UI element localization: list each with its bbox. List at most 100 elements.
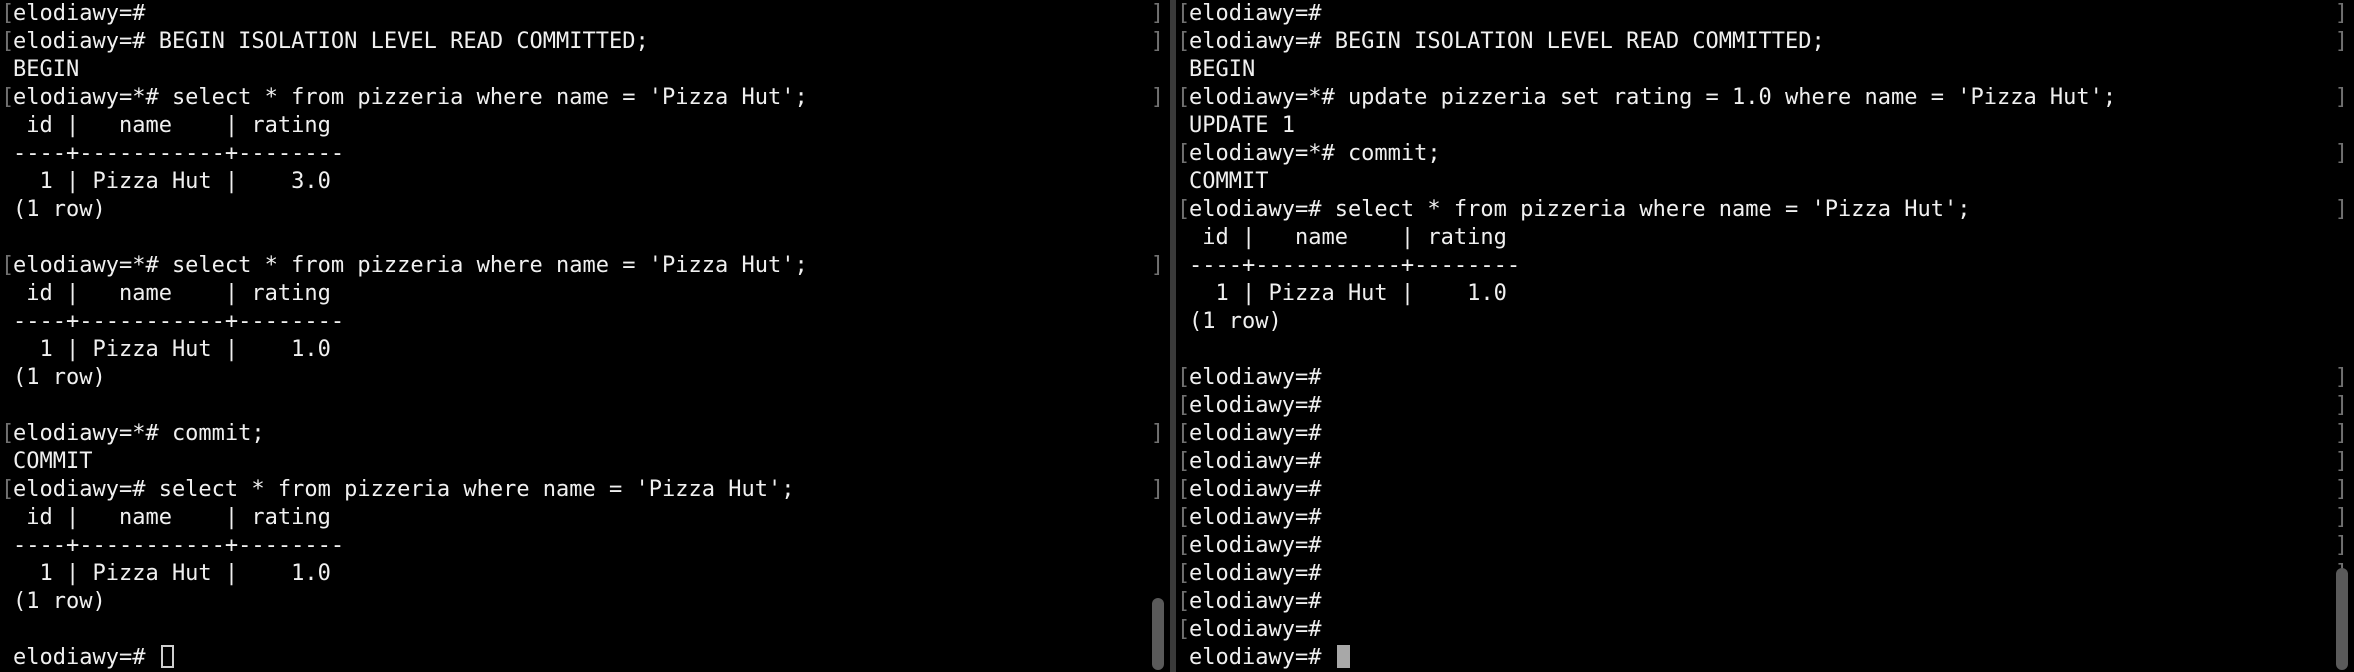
terminal-line-text: elodiawy=#	[1189, 561, 1322, 586]
terminal-line: id | name | rating	[1189, 224, 2330, 252]
terminal-line: elodiawy=# select * from pizzeria where …	[1177, 196, 2348, 224]
line-mark-open: [	[1, 253, 15, 278]
terminal-line: id | name | rating	[13, 504, 1146, 532]
line-mark-open: [	[1, 421, 15, 446]
line-mark-open: [	[1177, 29, 1191, 54]
prompt-text: elodiawy=#	[1189, 645, 1335, 670]
terminal-line-text: BEGIN	[1189, 57, 1256, 82]
terminal-line: elodiawy=#[]	[1177, 392, 2348, 420]
line-mark-close: ]	[2334, 85, 2348, 110]
scrollbar-thumb[interactable]	[1152, 598, 1164, 670]
terminal-line-text: elodiawy=*# commit;	[13, 421, 265, 446]
terminal-line: elodiawy=#[]	[1177, 532, 2348, 560]
terminal-line: elodiawy=#[]	[1177, 588, 2348, 616]
terminal-line-text: (1 row)	[13, 589, 106, 614]
line-mark-close: ]	[2334, 477, 2348, 502]
terminal-line: elodiawy=*# update pizzeria set rating =…	[1177, 84, 2348, 112]
terminal-line: elodiawy=*# select * from pizzeria where…	[1, 252, 1164, 280]
line-mark-close: ]	[2334, 533, 2348, 558]
line-mark-open: [	[1177, 1, 1191, 26]
terminal-line: elodiawy=*# commit;[]	[1177, 140, 2348, 168]
terminal-line: COMMIT	[13, 448, 1146, 476]
terminal-line: elodiawy=#[]	[1177, 448, 2348, 476]
line-mark-open: [	[1177, 449, 1191, 474]
line-mark-close: ]	[2334, 365, 2348, 390]
line-mark-open: [	[1, 85, 15, 110]
line-mark-open: [	[1177, 617, 1191, 642]
line-mark-open: [	[1177, 589, 1191, 614]
line-mark-close: ]	[2334, 505, 2348, 530]
terminal-line: id | name | rating	[13, 112, 1146, 140]
line-mark-close: ]	[2334, 29, 2348, 54]
terminal-line-text: 1 | Pizza Hut | 1.0	[13, 337, 331, 362]
terminal-line: elodiawy=#[]	[1177, 476, 2348, 504]
text-cursor	[160, 645, 174, 668]
terminal-line: BEGIN	[1189, 56, 2330, 84]
terminal-line-text: 1 | Pizza Hut | 3.0	[13, 169, 331, 194]
line-mark-open: [	[1177, 393, 1191, 418]
line-mark-close: ]	[2334, 421, 2348, 446]
terminal-line: elodiawy=*# commit;[]	[1, 420, 1164, 448]
line-mark-close: ]	[1150, 253, 1164, 278]
terminal-line-text: BEGIN	[13, 57, 80, 82]
terminal-pane-right[interactable]: elodiawy=#[] elodiawy=# BEGIN ISOLATION L…	[1176, 0, 2354, 672]
terminal-line: BEGIN	[13, 56, 1146, 84]
terminal-line-text: ----+-----------+--------	[1189, 253, 1521, 278]
line-mark-open: [	[1177, 505, 1191, 530]
terminal-line-text: (1 row)	[1189, 309, 1282, 334]
line-mark-close: ]	[2334, 1, 2348, 26]
terminal-line-text: (1 row)	[13, 197, 106, 222]
line-mark-open: [	[1177, 141, 1191, 166]
terminal-line: id | name | rating	[13, 280, 1146, 308]
terminal-line-text: COMMIT	[13, 449, 93, 474]
terminal-line: ----+-----------+--------	[13, 532, 1146, 560]
terminal-pane-left[interactable]: elodiawy=# [] elodiawy=# BEGIN ISOLATION L…	[0, 0, 1170, 672]
line-mark-close: ]	[2334, 393, 2348, 418]
line-mark-open: [	[1, 1, 15, 26]
terminal-line-text: elodiawy=#	[1189, 533, 1322, 558]
line-mark-open: [	[1177, 477, 1191, 502]
terminal-line-text: id | name | rating	[1189, 225, 1507, 250]
terminal-line-text: elodiawy=#	[1189, 1, 1322, 26]
terminal-line: elodiawy=#[]	[1177, 504, 2348, 532]
terminal-line-text: id | name | rating	[13, 281, 331, 306]
terminal-line: ----+-----------+--------	[13, 308, 1146, 336]
terminal-line: elodiawy=#[]	[1177, 0, 2348, 28]
prompt-line[interactable]: elodiawy=#	[13, 644, 1146, 672]
terminal-line: COMMIT	[1189, 168, 2330, 196]
terminal-line-text: elodiawy=# BEGIN ISOLATION LEVEL READ CO…	[13, 29, 649, 54]
prompt-text: elodiawy=#	[13, 645, 159, 670]
terminal-line-text: elodiawy=*# select * from pizzeria where…	[13, 253, 808, 278]
line-mark-close: ]	[1150, 85, 1164, 110]
terminal-line: 1 | Pizza Hut | 1.0	[1189, 280, 2330, 308]
line-mark-open: [	[1177, 421, 1191, 446]
terminal-line: elodiawy=*# select * from pizzeria where…	[1, 84, 1164, 112]
terminal-line: elodiawy=# BEGIN ISOLATION LEVEL READ CO…	[1, 28, 1164, 56]
terminal-line: ----+-----------+--------	[13, 140, 1146, 168]
scrollbar-thumb[interactable]	[2336, 568, 2348, 670]
terminal-line-text: elodiawy=*# update pizzeria set rating =…	[1189, 85, 2117, 110]
line-mark-close: ]	[1150, 29, 1164, 54]
terminal-line: elodiawy=#[]	[1177, 616, 2348, 644]
line-mark-open: [	[1177, 85, 1191, 110]
terminal-window: elodiawy=#[] elodiawy=# BEGIN ISOLATION L…	[0, 0, 2354, 672]
terminal-line-text: 1 | Pizza Hut | 1.0	[13, 561, 331, 586]
line-mark-open: [	[1, 29, 15, 54]
line-mark-open: [	[1, 477, 15, 502]
terminal-line: elodiawy=#[]	[1177, 364, 2348, 392]
terminal-line-text: elodiawy=#	[1189, 365, 1322, 390]
terminal-line-text: elodiawy=# select * from pizzeria where …	[13, 477, 795, 502]
terminal-line: 1 | Pizza Hut | 3.0	[13, 168, 1146, 196]
prompt-line[interactable]: elodiawy=#	[1189, 644, 2330, 672]
line-mark-open: [	[1177, 197, 1191, 222]
terminal-line-text: ----+-----------+--------	[13, 141, 345, 166]
line-mark-open: [	[1177, 533, 1191, 558]
terminal-line: elodiawy=#[]	[1177, 420, 2348, 448]
terminal-line-text: 1 | Pizza Hut | 1.0	[1189, 281, 1507, 306]
terminal-line-text: elodiawy=#	[1189, 449, 1322, 474]
terminal-line-text: elodiawy=#	[1189, 421, 1322, 446]
line-mark-close: ]	[2334, 141, 2348, 166]
